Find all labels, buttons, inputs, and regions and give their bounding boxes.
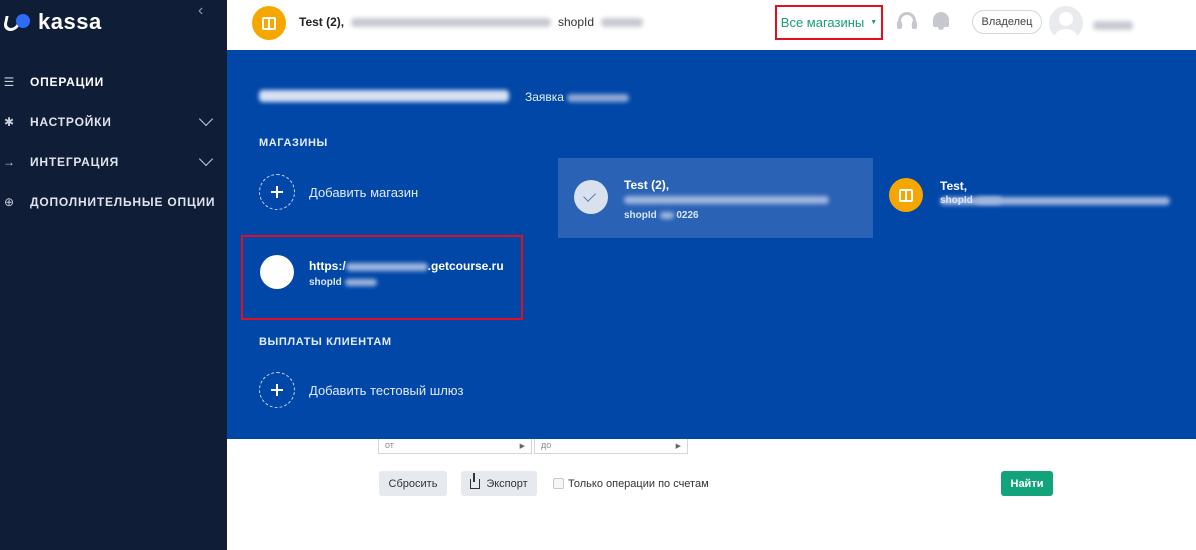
caret-right-icon: ▶ bbox=[675, 443, 681, 450]
logo-icon bbox=[0, 10, 36, 34]
shop-card-getcourse[interactable]: https:/.getcourse.ru shopId bbox=[241, 235, 523, 320]
headset-icon[interactable] bbox=[897, 12, 917, 30]
top-header: Test (2), shopId Все магазины ▼ Владелец bbox=[227, 0, 1196, 50]
owner-role-button[interactable]: Владелец bbox=[972, 10, 1042, 34]
redacted-text bbox=[567, 93, 630, 102]
shop-card-id: shopId bbox=[309, 277, 377, 288]
gift-icon bbox=[899, 188, 913, 202]
user-name[interactable] bbox=[1093, 17, 1133, 35]
all-shops-label: Все магазины bbox=[780, 15, 865, 30]
gift-icon bbox=[262, 16, 276, 30]
shop-card-name: https:/.getcourse.ru bbox=[309, 259, 504, 273]
chevron-down-icon bbox=[198, 111, 214, 127]
add-gateway-label: Добавить тестовый шлюз bbox=[309, 382, 464, 398]
account-owner-name bbox=[259, 87, 509, 105]
shop-card-test[interactable]: Test, shopId bbox=[887, 170, 1187, 220]
shop-card-name: Test (2), bbox=[624, 178, 670, 192]
sidebar-item-integration[interactable]: → ИНТЕГРАЦИЯ bbox=[0, 142, 227, 182]
plus-icon bbox=[259, 174, 295, 210]
logo[interactable]: kassa bbox=[0, 8, 102, 36]
current-shop-id: shopId bbox=[558, 15, 644, 29]
sidebar-nav: ☰ ОПЕРАЦИИ ✱ НАСТРОЙКИ → ИНТЕГРАЦИЯ ⊕ ДО… bbox=[0, 62, 227, 222]
caret-down-icon: ▼ bbox=[870, 19, 878, 26]
redacted-text bbox=[601, 18, 644, 28]
sidebar-item-settings[interactable]: ✱ НАСТРОЙКИ bbox=[0, 102, 227, 142]
date-to-input[interactable]: до ▶ bbox=[534, 439, 688, 454]
payouts-section-title: ВЫПЛАТЫ КЛИЕНТАМ bbox=[259, 336, 392, 348]
find-button[interactable]: Найти bbox=[1001, 471, 1053, 496]
reset-button[interactable]: Сбросить bbox=[379, 471, 447, 496]
sidebar-item-label: НАСТРОЙКИ bbox=[30, 115, 112, 129]
add-shop-button[interactable]: Добавить магазин bbox=[259, 174, 418, 210]
shop-avatar bbox=[260, 255, 294, 289]
redacted-text bbox=[259, 89, 509, 102]
plus-icon bbox=[259, 372, 295, 408]
arrow-right-icon: → bbox=[3, 155, 15, 169]
export-icon bbox=[470, 472, 481, 489]
date-from-input[interactable]: от ▶ bbox=[378, 439, 532, 454]
redacted-text bbox=[1093, 21, 1133, 31]
sidebar-item-label: ДОПОЛНИТЕЛЬНЫЕ ОПЦИИ bbox=[30, 195, 216, 209]
redacted-text bbox=[659, 211, 674, 219]
shops-section-title: МАГАЗИНЫ bbox=[259, 137, 328, 149]
shop-avatar bbox=[889, 178, 923, 212]
bell-icon[interactable] bbox=[933, 12, 949, 30]
shop-card-id: shopId bbox=[940, 195, 1002, 206]
caret-right-icon: ▶ bbox=[519, 443, 525, 450]
all-shops-dropdown[interactable]: Все магазины ▼ bbox=[775, 5, 883, 40]
sidebar-item-label: ИНТЕГРАЦИЯ bbox=[30, 155, 120, 169]
sidebar: kassa ‹ ☰ ОПЕРАЦИИ ✱ НАСТРОЙКИ → ИНТЕГРА… bbox=[0, 0, 227, 550]
sidebar-item-extra-options[interactable]: ⊕ ДОПОЛНИТЕЛЬНЫЕ ОПЦИИ bbox=[0, 182, 227, 222]
sidebar-item-label: ОПЕРАЦИИ bbox=[30, 75, 104, 89]
redacted-text bbox=[345, 262, 428, 271]
add-test-gateway-button[interactable]: Добавить тестовый шлюз bbox=[259, 372, 464, 408]
add-shop-label: Добавить магазин bbox=[309, 184, 419, 200]
shop-avatar[interactable] bbox=[252, 6, 286, 40]
shop-card-test-2[interactable]: Test (2), shopId 0226 bbox=[558, 158, 873, 238]
chevron-down-icon bbox=[198, 151, 214, 167]
gear-icon: ✱ bbox=[3, 115, 15, 129]
only-invoices-checkbox[interactable] bbox=[553, 478, 564, 489]
shops-dropdown-panel: Заявка МАГАЗИНЫ Добавить магазин Test (2… bbox=[227, 50, 1196, 439]
redacted-text bbox=[344, 278, 377, 286]
logo-text: kassa bbox=[38, 9, 102, 34]
export-button[interactable]: Экспорт bbox=[461, 471, 537, 496]
shop-card-id: shopId 0226 bbox=[624, 210, 699, 221]
sidebar-item-operations[interactable]: ☰ ОПЕРАЦИИ bbox=[0, 62, 227, 102]
check-icon bbox=[574, 180, 608, 214]
redacted-text bbox=[975, 196, 1002, 204]
plus-circle-icon: ⊕ bbox=[3, 195, 15, 209]
list-icon: ☰ bbox=[3, 75, 15, 89]
user-avatar[interactable] bbox=[1049, 6, 1083, 40]
only-invoices-label: Только операции по счетам bbox=[568, 478, 709, 490]
current-shop-name: Test (2), bbox=[299, 15, 552, 29]
request-info: Заявка bbox=[525, 90, 630, 104]
collapse-sidebar-icon[interactable]: ‹ bbox=[198, 2, 212, 19]
redacted-text bbox=[624, 196, 829, 204]
redacted-text bbox=[351, 18, 552, 28]
